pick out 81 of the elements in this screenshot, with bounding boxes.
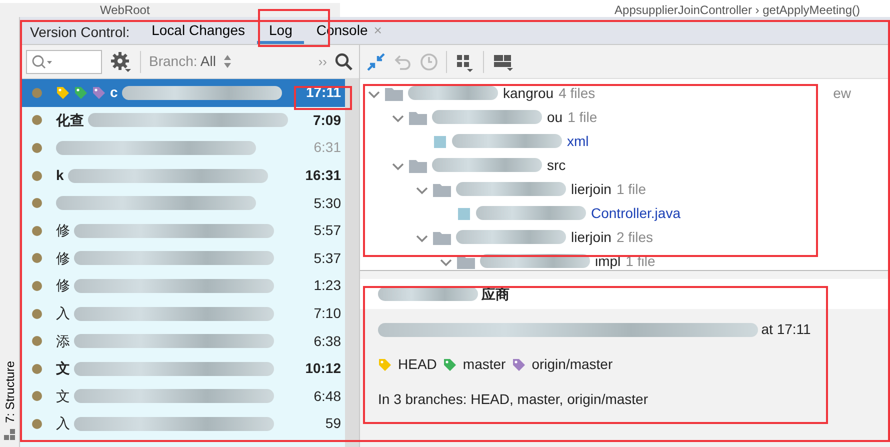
collapse-arrows-icon[interactable] <box>366 52 386 72</box>
commit-row[interactable]: 文 10:12 <box>20 354 345 383</box>
branches-text: In 3 branches: HEAD, master, origin/master <box>378 390 649 409</box>
commit-time: 10:12 <box>305 359 342 378</box>
commit-row[interactable]: 添 6:38 <box>20 327 345 355</box>
commit-message: 修 <box>56 221 70 240</box>
search-icon[interactable] <box>335 52 353 70</box>
structure-tool-button[interactable]: 7: Structure <box>0 360 18 423</box>
commit-time: 7:10 <box>314 304 342 324</box>
ref-name: HEAD <box>398 355 437 374</box>
commit-time: 6:31 <box>314 138 342 158</box>
graph-node <box>32 226 42 236</box>
folder-name: lierjoin <box>571 228 612 247</box>
commit-message: 化查 <box>56 110 84 130</box>
commit-time: 59 <box>325 414 342 434</box>
graph-node <box>32 308 42 319</box>
graph-node <box>32 280 42 291</box>
scrollbar[interactable] <box>345 79 359 447</box>
graph-node <box>32 418 42 429</box>
file-count: 2 files <box>616 228 654 246</box>
commit-time: 6:48 <box>314 386 342 406</box>
commit-time: 5:37 <box>314 248 342 268</box>
structure-icon <box>4 429 16 441</box>
commit-row[interactable]: k 16:31 <box>20 162 345 190</box>
commit-message: 入 <box>56 304 70 324</box>
commit-time: 16:31 <box>305 166 342 186</box>
graph-node <box>32 391 42 402</box>
commit-message: 入 <box>56 414 70 434</box>
commit-row[interactable]: 修 1:23 <box>20 272 345 300</box>
ref-name: master <box>462 355 506 374</box>
tool-window-title: Version Control: <box>29 22 131 42</box>
commit-row[interactable]: 5:30 <box>20 189 345 217</box>
folder-label: WebRoot <box>0 3 340 17</box>
graph-node <box>32 364 42 374</box>
commit-row[interactable]: 化查 7:09 <box>20 106 345 134</box>
commit-message: 添 <box>56 332 70 351</box>
graph-node <box>32 170 42 181</box>
branch-filter[interactable]: Branch: All <box>149 51 216 72</box>
commit-row[interactable]: 修 5:57 <box>20 216 345 245</box>
search-field[interactable] <box>26 50 102 74</box>
commit-message: 修 <box>56 248 70 268</box>
sort-icon <box>224 55 231 68</box>
commit-subject: 应商 <box>481 284 510 304</box>
folder-name: ou <box>547 108 563 126</box>
file-name: Controller.java <box>591 204 680 223</box>
commit-row[interactable]: 文 6:48 <box>20 382 345 410</box>
commit-time: 1:23 <box>314 276 342 296</box>
commit-message: k <box>56 166 64 186</box>
tab[interactable]: Log <box>257 17 304 44</box>
commit-row[interactable]: 入 7:10 <box>20 300 345 328</box>
graph-node <box>32 336 42 346</box>
file-name: xml <box>567 132 589 150</box>
ref-name: origin/master <box>532 355 613 374</box>
graph-node <box>32 115 42 126</box>
commit-time: 7:09 <box>312 110 342 130</box>
graph-node <box>32 142 42 153</box>
search-icon <box>31 54 53 70</box>
graph-node <box>32 198 42 208</box>
tab[interactable]: Local Changes <box>140 17 258 44</box>
graph-node <box>32 253 42 264</box>
commit-message: c <box>110 83 118 102</box>
settings-icon[interactable] <box>110 50 132 72</box>
folder-name: src <box>547 156 566 174</box>
file-count: 4 files <box>558 84 596 102</box>
view-link[interactable]: ew <box>833 82 851 104</box>
commit-author-line: at 17:11 <box>761 320 811 339</box>
folder-name: lierjoin <box>571 180 612 199</box>
file-count: 1 file <box>568 108 598 126</box>
commit-row[interactable]: 修 5:37 <box>20 244 345 272</box>
commit-message: 修 <box>56 276 70 296</box>
graph-node <box>32 88 42 98</box>
breadcrumb: AppsupplierJoinController › getApplyMeeting() <box>614 3 861 17</box>
folder-name: impl <box>595 252 621 270</box>
commit-message: 文 <box>56 386 70 406</box>
commit-time: 5:57 <box>314 221 342 240</box>
commit-time: 6:38 <box>314 332 342 351</box>
commit-row[interactable]: 入 59 <box>20 410 345 438</box>
commit-time: 5:30 <box>314 194 342 213</box>
folder-name: kangrou <box>503 84 554 103</box>
file-count: 1 file <box>616 180 646 198</box>
commit-message: 文 <box>56 359 70 378</box>
